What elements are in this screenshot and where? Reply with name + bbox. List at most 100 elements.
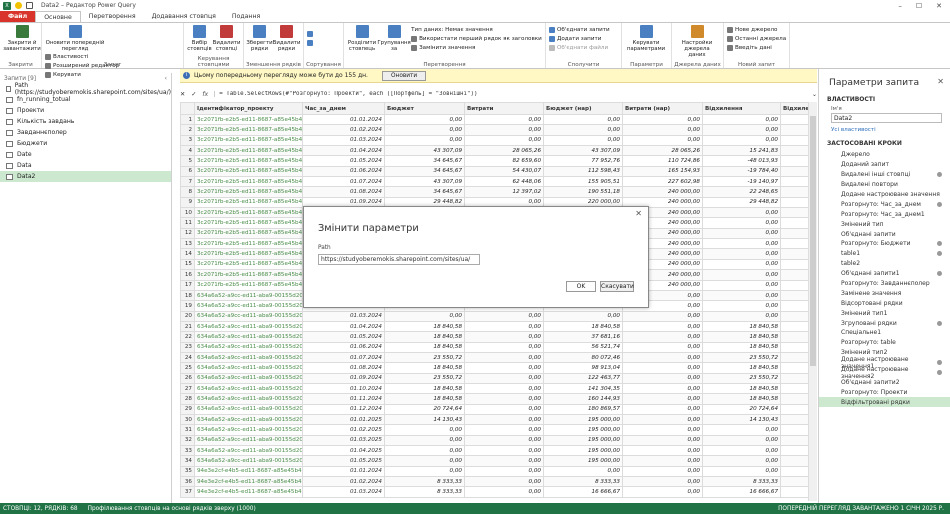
table-cell[interactable]: 634a6a52-a9cc-ed11-aba9-00155d201c34 xyxy=(194,382,303,395)
table-cell[interactable]: 0,00 xyxy=(702,217,781,229)
table-cell[interactable]: 634a6a52-a9cc-ed11-aba9-00155d201c34 xyxy=(194,331,303,343)
row-number[interactable]: 11 xyxy=(180,217,195,229)
table-cell[interactable]: 01.06.2024 xyxy=(302,165,385,178)
table-cell[interactable]: 3c2071fb-e2b5-ed11-8687-a85e45b459df xyxy=(194,248,303,260)
table-cell[interactable]: 3c2071fb-e2b5-ed11-8687-a85e45b459df xyxy=(194,217,303,229)
query-item[interactable]: Бюджети xyxy=(0,138,171,149)
table-cell[interactable]: 8 333,33 xyxy=(384,476,465,488)
table-cell[interactable]: 0,00 xyxy=(384,113,465,126)
table-cell[interactable]: 54 430,07 xyxy=(464,165,544,178)
table-cell[interactable]: 0,00 xyxy=(543,113,623,126)
table-cell[interactable]: 01.05.2024 xyxy=(302,331,385,343)
keep-rows-button[interactable]: Зберегти рядки xyxy=(246,25,273,52)
table-cell[interactable]: 01.03.2025 xyxy=(302,434,385,447)
table-cell[interactable] xyxy=(780,372,808,384)
table-cell[interactable] xyxy=(780,155,808,167)
column-header[interactable]: Витрати xyxy=(464,102,544,115)
table-cell[interactable]: 94e3e2cf-e4b5-ed11-8687-a85e45b459df xyxy=(194,476,303,488)
applied-step[interactable]: Згруповані рядки xyxy=(819,318,950,328)
close-and-load-button[interactable]: Закрити й завантажити xyxy=(3,25,41,52)
table-cell[interactable]: 3c2071fb-e2b5-ed11-8687-a85e45b459df xyxy=(194,165,303,178)
table-cell[interactable]: 0,00 xyxy=(702,227,781,240)
row-number[interactable]: 32 xyxy=(180,434,195,447)
table-cell[interactable]: 18 840,58 xyxy=(702,320,781,333)
table-cell[interactable]: 01.08.2024 xyxy=(302,186,385,198)
table-cell[interactable]: 0,00 xyxy=(464,455,544,467)
table-cell[interactable] xyxy=(780,320,808,333)
applied-step[interactable]: Розгорнуто: Бюджети xyxy=(819,239,950,249)
table-cell[interactable]: 16 666,67 xyxy=(543,486,623,498)
table-cell[interactable]: 165 154,93 xyxy=(622,165,703,178)
table-cell[interactable]: 16 666,67 xyxy=(702,486,781,498)
table-cell[interactable]: 0,00 xyxy=(622,331,703,343)
table-cell[interactable]: 0,00 xyxy=(464,362,544,374)
row-number[interactable]: 33 xyxy=(180,444,195,457)
table-cell[interactable]: 01.07.2024 xyxy=(302,351,385,364)
ok-button[interactable]: OK xyxy=(566,281,596,292)
table-cell[interactable]: 94e3e2cf-e4b5-ed11-8687-a85e45b459df xyxy=(194,465,303,478)
row-number[interactable]: 6 xyxy=(180,165,195,178)
close-window-icon[interactable]: ✕ xyxy=(936,2,942,10)
properties-section[interactable]: ВЛАСТИВОСТІ xyxy=(819,93,950,106)
table-cell[interactable]: 0,00 xyxy=(622,424,703,436)
table-cell[interactable]: 141 304,35 xyxy=(543,382,623,395)
new-source-button[interactable]: Нове джерело xyxy=(727,25,786,34)
sort-descending-button[interactable] xyxy=(307,38,313,47)
column-header[interactable]: Бюджет (нар) xyxy=(543,102,623,115)
table-cell[interactable]: 23 550,72 xyxy=(384,351,465,364)
table-cell[interactable] xyxy=(780,465,808,478)
table-cell[interactable]: 0,00 xyxy=(702,310,781,322)
applied-step[interactable]: Змінений тип xyxy=(819,219,950,229)
enter-data-button[interactable]: Введіть дані xyxy=(727,43,786,52)
table-cell[interactable]: 0,00 xyxy=(464,424,544,436)
query-item[interactable]: Data2 xyxy=(0,171,171,182)
row-number[interactable]: 30 xyxy=(180,413,195,426)
table-cell[interactable]: 77 952,76 xyxy=(543,155,623,167)
row-number[interactable]: 23 xyxy=(180,341,195,353)
feedback-smiley-icon[interactable] xyxy=(15,2,22,9)
row-number[interactable]: 34 xyxy=(180,455,195,467)
table-cell[interactable]: 0,00 xyxy=(622,362,703,374)
table-cell[interactable]: 0,00 xyxy=(464,113,544,126)
grid-vertical-scrollbar[interactable] xyxy=(808,102,817,501)
table-cell[interactable]: 01.02.2025 xyxy=(302,424,385,436)
table-cell[interactable]: 227 602,98 xyxy=(622,176,703,188)
gear-icon[interactable] xyxy=(937,201,942,207)
table-cell[interactable]: 28 065,26 xyxy=(464,145,544,157)
row-number[interactable]: 14 xyxy=(180,248,195,260)
table-cell[interactable]: 122 463,77 xyxy=(543,372,623,384)
manage-parameters-button[interactable]: Керувати параметрами xyxy=(625,25,667,52)
table-cell[interactable]: 0,00 xyxy=(384,465,465,478)
table-cell[interactable] xyxy=(780,455,808,467)
table-cell[interactable]: 0,00 xyxy=(622,124,703,136)
table-cell[interactable]: 01.03.2024 xyxy=(302,134,385,147)
table-cell[interactable] xyxy=(780,165,808,178)
table-cell[interactable]: 0,00 xyxy=(543,124,623,136)
table-cell[interactable]: 634a6a52-a9cc-ed11-aba9-00155d201c34 xyxy=(194,289,303,302)
table-cell[interactable]: 0,00 xyxy=(702,455,781,467)
table-cell[interactable] xyxy=(780,145,808,157)
accept-formula-icon[interactable]: ✓ xyxy=(191,91,196,98)
query-item[interactable]: Date xyxy=(0,149,171,160)
table-cell[interactable]: 43 307,09 xyxy=(543,145,623,157)
table-cell[interactable]: 634a6a52-a9cc-ed11-aba9-00155d201c34 xyxy=(194,372,303,384)
table-cell[interactable]: 0,00 xyxy=(622,341,703,353)
row-number[interactable]: 35 xyxy=(180,465,195,478)
row-number[interactable]: 21 xyxy=(180,320,195,333)
applied-step[interactable]: Розгорнуто: Проекти xyxy=(819,387,950,397)
table-cell[interactable] xyxy=(780,382,808,395)
tab-add-column[interactable]: Додавання стовпця xyxy=(144,11,224,22)
row-number[interactable]: 7 xyxy=(180,176,195,188)
table-cell[interactable]: 0,00 xyxy=(464,320,544,333)
table-cell[interactable]: 8 333,33 xyxy=(384,486,465,498)
properties-button[interactable]: Властивості xyxy=(45,52,119,61)
table-cell[interactable]: 01.05.2024 xyxy=(302,155,385,167)
table-cell[interactable]: 14 130,43 xyxy=(702,413,781,426)
table-cell[interactable] xyxy=(780,393,808,405)
table-cell[interactable] xyxy=(780,444,808,457)
merge-queries-button[interactable]: Об'єднати запити xyxy=(549,25,610,34)
table-cell[interactable]: 0,00 xyxy=(464,382,544,395)
applied-step[interactable]: Видалені повтори xyxy=(819,180,950,190)
row-number[interactable]: 26 xyxy=(180,372,195,384)
table-cell[interactable]: 180 869,57 xyxy=(543,403,623,415)
